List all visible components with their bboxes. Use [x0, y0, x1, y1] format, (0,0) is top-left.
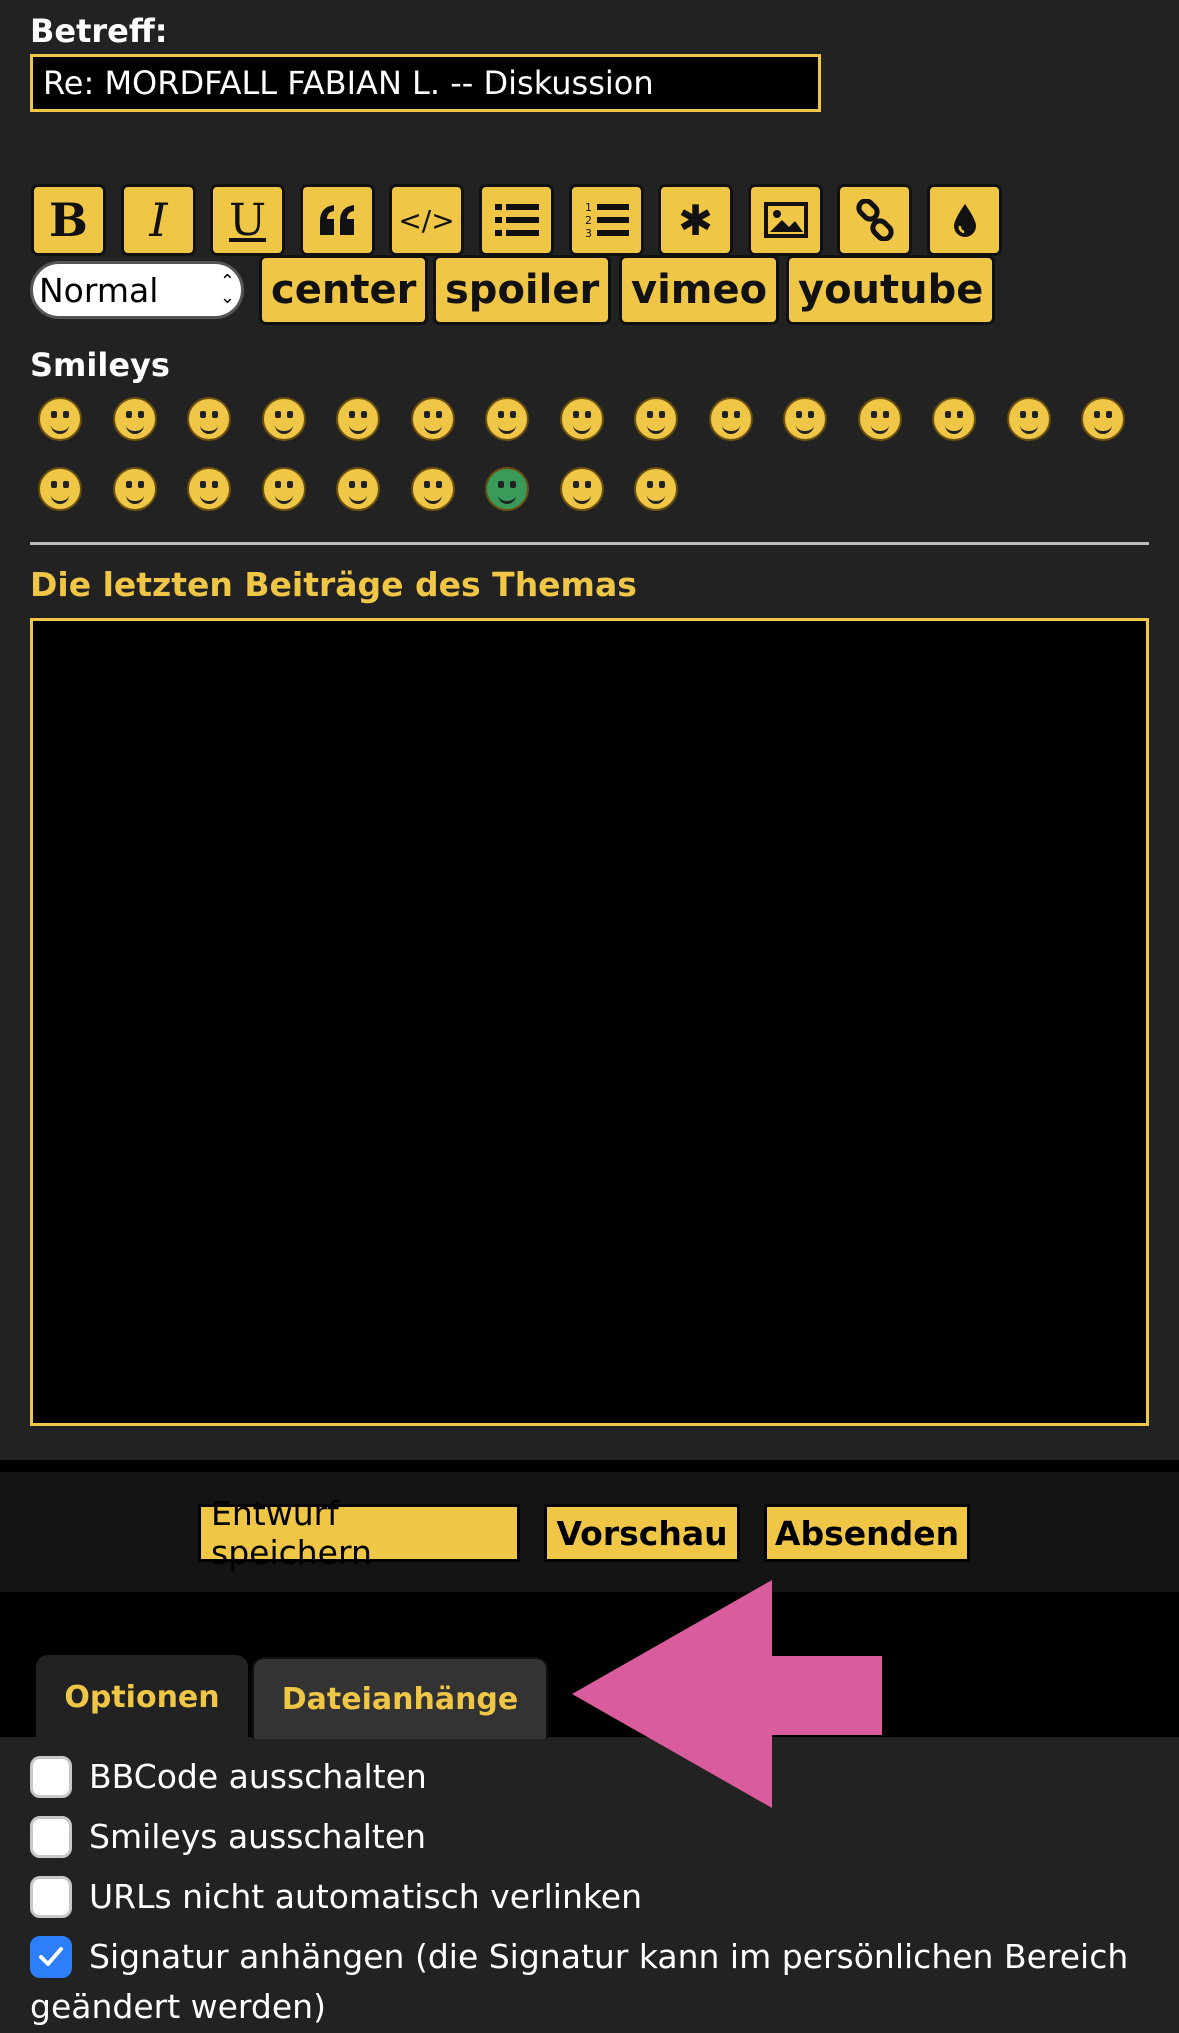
image-button[interactable] — [748, 184, 823, 256]
svg-text:3: 3 — [585, 227, 592, 240]
quote-button[interactable] — [300, 184, 375, 256]
smiley-icon[interactable] — [708, 397, 753, 441]
vimeo-button[interactable]: vimeo — [619, 255, 780, 325]
smiley-icon[interactable] — [634, 397, 678, 441]
option-label: URLs nicht automatisch verlinken — [89, 1877, 643, 1916]
asterisk-button[interactable]: ✱ — [658, 184, 733, 256]
svg-text:1: 1 — [585, 201, 592, 214]
tab-options[interactable]: Optionen — [36, 1655, 248, 1739]
smiley-icon[interactable] — [38, 467, 82, 511]
bbcode-checkbox[interactable] — [30, 1756, 72, 1798]
smiley-icon[interactable] — [187, 397, 231, 441]
recent-posts-box[interactable] — [30, 618, 1149, 1426]
smiley-icon[interactable] — [634, 467, 678, 511]
smiley-icon[interactable] — [559, 467, 604, 511]
save-draft-button[interactable]: Entwurf speichern — [198, 1494, 520, 1572]
center-button[interactable]: center — [259, 255, 429, 325]
font-size-select[interactable]: Normal ⌃ ⌄ — [30, 261, 244, 319]
subject-input[interactable] — [30, 54, 821, 112]
bold-button[interactable]: B — [31, 184, 106, 256]
list-icon — [494, 202, 539, 238]
image-icon — [763, 202, 808, 238]
submit-button[interactable]: Absenden — [764, 1504, 970, 1562]
smileys-checkbox[interactable] — [30, 1816, 72, 1858]
option-bbcode[interactable]: BBCode ausschalten — [30, 1756, 427, 1798]
subject-label: Betreff: — [30, 12, 168, 50]
spoiler-button[interactable]: spoiler — [433, 255, 612, 325]
asterisk-icon: ✱ — [677, 195, 714, 245]
underline-icon: U — [228, 194, 267, 246]
italic-button[interactable]: I — [121, 184, 196, 256]
urls-checkbox[interactable] — [30, 1876, 72, 1918]
smiley-icon[interactable] — [783, 397, 827, 441]
smiley-icon[interactable] — [410, 397, 455, 441]
smiley-icon[interactable] — [261, 397, 306, 441]
code-button[interactable]: </> — [389, 184, 464, 256]
smiley-icon[interactable] — [410, 467, 455, 511]
recent-posts-heading: Die letzten Beiträge des Themas — [30, 565, 637, 604]
divider — [30, 542, 1149, 545]
smiley-icon[interactable] — [857, 397, 902, 441]
italic-icon: I — [149, 193, 168, 247]
color-button[interactable] — [927, 184, 1002, 256]
link-button[interactable] — [837, 184, 912, 256]
separator — [0, 1460, 1179, 1472]
option-label: BBCode ausschalten — [89, 1757, 427, 1796]
option-smileys[interactable]: Smileys ausschalten — [30, 1816, 426, 1858]
smiley-icon[interactable] — [112, 467, 157, 511]
tab-attachments[interactable]: Dateianhänge — [252, 1657, 548, 1739]
color-drop-icon — [952, 202, 978, 238]
underline-button[interactable]: U — [210, 184, 285, 256]
smiley-icon[interactable] — [1006, 397, 1051, 441]
preview-button[interactable]: Vorschau — [544, 1504, 740, 1562]
code-icon: </> — [398, 203, 455, 237]
svg-text:2: 2 — [585, 214, 592, 227]
smiley-icon[interactable] — [485, 467, 529, 511]
bold-icon: B — [49, 193, 88, 247]
annotation-arrow-icon — [572, 1580, 882, 1808]
smiley-icon[interactable] — [559, 397, 604, 441]
numbered-list-button[interactable]: 123 — [569, 184, 644, 256]
option-urls[interactable]: URLs nicht automatisch verlinken — [30, 1876, 642, 1918]
smiley-icon[interactable] — [485, 397, 529, 441]
smiley-icon[interactable] — [336, 397, 380, 441]
smiley-icon[interactable] — [112, 397, 157, 441]
smiley-icon[interactable] — [187, 467, 231, 511]
youtube-button[interactable]: youtube — [786, 255, 996, 325]
smiley-icon[interactable] — [336, 467, 380, 511]
smiley-icon[interactable] — [261, 467, 306, 511]
smiley-icon[interactable] — [932, 397, 976, 441]
link-icon — [854, 199, 896, 241]
quote-icon — [318, 203, 358, 237]
smiley-icon[interactable] — [38, 397, 82, 441]
signature-option-label: Signatur anhängen (die Signatur kann im … — [30, 1937, 1129, 2026]
font-size-value: Normal — [39, 270, 159, 310]
smileys-label: Smileys — [30, 346, 170, 384]
option-label: Smileys ausschalten — [89, 1817, 427, 1856]
smiley-icon[interactable] — [1081, 397, 1125, 441]
select-arrows-icon: ⌃ ⌄ — [219, 271, 235, 308]
list-button[interactable] — [479, 184, 554, 256]
numbered-list-icon: 123 — [585, 200, 629, 240]
